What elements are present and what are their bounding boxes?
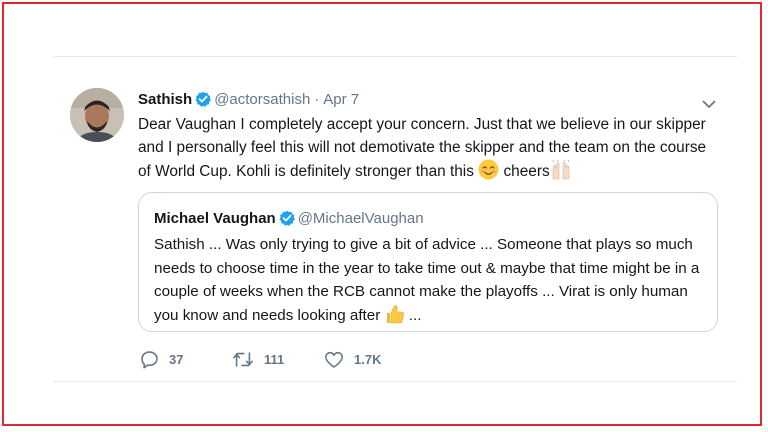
tweet-body: Dear Vaughan I completely accept your co… [138, 116, 707, 180]
author-name[interactable]: Sathish [138, 91, 192, 108]
quoted-author-handle: @MichaelVaughan [297, 210, 424, 227]
quoted-tweet-card[interactable]: Michael Vaughan @MichaelVaughan Sathish .… [138, 192, 718, 332]
retweet-button[interactable]: 111 [232, 347, 284, 371]
reply-icon [140, 350, 159, 369]
tweet-body-tail: cheers [503, 163, 550, 180]
like-button[interactable]: 1.7K [324, 347, 381, 371]
quoted-author-name: Michael Vaughan [154, 210, 276, 227]
smiling-face-emoji [478, 159, 499, 187]
retweet-icon [232, 350, 254, 369]
reply-button[interactable]: 37 [140, 347, 183, 371]
reply-count: 37 [169, 351, 184, 367]
like-count: 1.7K [354, 351, 382, 367]
heart-icon [324, 350, 344, 369]
retweet-count: 111 [264, 351, 285, 367]
separator-dot: · [314, 91, 320, 108]
thumbs-up-emoji [385, 304, 405, 332]
quoted-body-tail: ... [408, 306, 422, 324]
author-handle[interactable]: @actorsathish [214, 91, 310, 108]
quoted-tweet-text: Sathish ... Was only trying to give a bi… [154, 233, 709, 331]
raised-hands-emoji [550, 159, 572, 187]
tweet-text: Dear Vaughan I completely accept your co… [138, 113, 708, 187]
tweet-date[interactable]: Apr 7 [323, 91, 359, 108]
tweet-header: Sathish @actorsathish · Apr 7 [138, 91, 359, 112]
verified-badge-icon [195, 91, 212, 112]
verified-badge-icon [279, 210, 295, 231]
quoted-body: Sathish ... Was only trying to give a bi… [154, 236, 700, 324]
avatar[interactable] [70, 88, 124, 142]
chevron-down-icon[interactable] [702, 96, 716, 108]
quoted-tweet-header: Michael Vaughan @MichaelVaughan [154, 210, 424, 231]
